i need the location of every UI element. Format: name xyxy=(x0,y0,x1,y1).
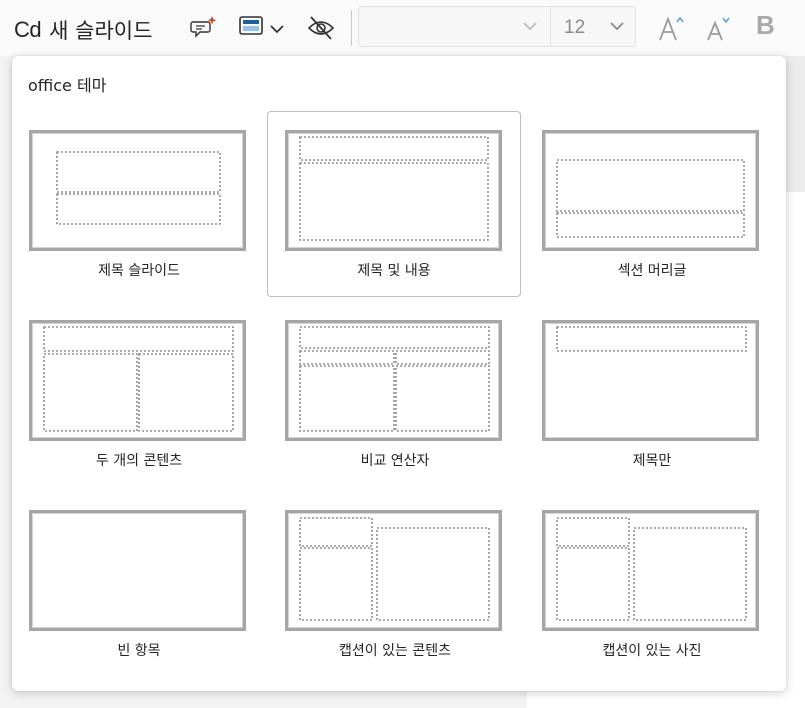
hide-slide-icon xyxy=(306,16,336,46)
layout-blank[interactable]: 빈 항목 xyxy=(12,492,266,678)
font-size-field[interactable]: 12 xyxy=(564,17,585,39)
layout-label: 비교 연산자 xyxy=(360,453,430,469)
layout-label: 섹션 머리글 xyxy=(617,263,687,279)
layout-label: 제목 및 내용 xyxy=(357,263,431,279)
new-slide-button[interactable]: Cd 새 슬라이드 xyxy=(14,12,194,48)
layout-section-header[interactable]: 섹션 머리글 xyxy=(525,112,779,298)
layout-label: 빈 항목 xyxy=(117,643,161,659)
layout-thumbnail xyxy=(285,320,502,441)
ribbon-toolbar: Cd 새 슬라이드 12 B xyxy=(0,0,805,56)
grow-font-icon[interactable] xyxy=(657,12,689,44)
font-size-chevron-icon[interactable] xyxy=(609,18,625,38)
new-slide-label: 새 슬라이드 xyxy=(49,19,153,43)
layout-gallery-dropdown: office 테마 제목 슬라이드 제목 및 내용 섹션 머리글 두 개의 콘텐… xyxy=(12,56,786,691)
layout-label: 제목만 xyxy=(632,453,672,469)
hide-slide-button[interactable] xyxy=(306,14,336,42)
layout-label: 제목 슬라이드 xyxy=(98,263,180,279)
bold-icon[interactable]: B xyxy=(756,10,775,41)
font-name-chevron-icon[interactable] xyxy=(522,18,538,38)
layout-title-only[interactable]: 제목만 xyxy=(525,302,779,488)
layout-two-content[interactable]: 두 개의 콘텐츠 xyxy=(12,302,266,488)
layout-title-slide[interactable]: 제목 슬라이드 xyxy=(12,112,266,298)
layout-dropdown-button[interactable] xyxy=(238,14,294,42)
toolbar-separator xyxy=(351,10,352,46)
layout-label: 캡션이 있는 사진 xyxy=(602,643,702,659)
layout-label: 캡션이 있는 콘텐츠 xyxy=(339,643,451,659)
layout-content-with-caption[interactable]: 캡션이 있는 콘텐츠 xyxy=(268,492,522,678)
layout-icon xyxy=(238,15,264,41)
chevron-down-icon xyxy=(270,19,284,38)
font-selector[interactable]: 12 xyxy=(358,6,636,47)
layout-thumbnail xyxy=(29,320,246,441)
theme-title: office 테마 xyxy=(28,76,107,95)
layout-label: 두 개의 콘텐츠 xyxy=(95,453,183,469)
shrink-font-icon[interactable] xyxy=(704,12,736,44)
layout-thumbnail xyxy=(542,510,759,631)
layout-picture-with-caption[interactable]: 캡션이 있는 사진 xyxy=(525,492,779,678)
layout-thumbnail xyxy=(285,510,502,631)
layout-thumbnail xyxy=(29,510,246,631)
layout-thumbnail xyxy=(285,130,502,251)
layout-comparison[interactable]: 비교 연산자 xyxy=(268,302,522,488)
layout-thumbnail xyxy=(542,130,759,251)
designer-sparkle-icon[interactable] xyxy=(190,14,218,40)
font-box-divider xyxy=(550,7,551,46)
layout-thumbnail xyxy=(29,130,246,251)
layout-thumbnail xyxy=(542,320,759,441)
new-slide-prefix: Cd xyxy=(14,17,42,42)
layout-title-and-content[interactable]: 제목 및 내용 xyxy=(267,111,521,297)
